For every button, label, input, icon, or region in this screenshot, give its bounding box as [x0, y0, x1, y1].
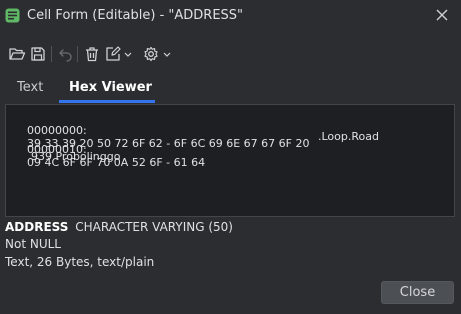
- hex-bytes: 09 4C 6F 6F 70 0A 52 6F - 61 64: [27, 156, 206, 169]
- column-header: ADDRESS CHARACTER VARYING (50): [5, 220, 233, 234]
- cell-form-app-icon: [5, 8, 20, 23]
- delete-icon[interactable]: [83, 45, 101, 63]
- column-name: ADDRESS: [5, 220, 69, 234]
- edit-icon[interactable]: [104, 45, 122, 63]
- hex-viewer-panel[interactable]: 00000000: 39 33 39 20 50 72 6F 62 - 6F 6…: [5, 104, 455, 217]
- settings-icon[interactable]: [142, 45, 160, 63]
- hex-ascii: .Loop.Road: [318, 130, 379, 143]
- chevron-down-icon[interactable]: [162, 45, 172, 63]
- column-type: CHARACTER VARYING (50): [75, 220, 233, 234]
- close-icon[interactable]: [434, 7, 450, 23]
- tab-text[interactable]: Text: [17, 80, 43, 95]
- undo-icon[interactable]: [56, 45, 74, 63]
- column-nullability: Not NULL: [5, 237, 61, 251]
- window-title: Cell Form (Editable) - "ADDRESS": [27, 8, 244, 23]
- hex-offset: 00000010:: [27, 143, 87, 156]
- toolbar-separator: [51, 46, 52, 62]
- toolbar: [0, 40, 461, 68]
- active-tab-indicator: [59, 100, 155, 103]
- title-bar: Cell Form (Editable) - "ADDRESS": [0, 0, 461, 32]
- close-button[interactable]: Close: [381, 281, 454, 304]
- tab-hex-viewer[interactable]: Hex Viewer: [69, 80, 152, 95]
- hex-line: 00000010: 09 4C 6F 6F 70 0A 52 6F - 61 6…: [13, 130, 379, 195]
- column-info: Text, 26 Bytes, text/plain: [5, 255, 155, 269]
- chevron-down-icon[interactable]: [123, 45, 133, 63]
- open-folder-icon[interactable]: [8, 45, 26, 63]
- save-icon[interactable]: [29, 45, 47, 63]
- tab-bar: Text Hex Viewer: [0, 76, 461, 104]
- toolbar-separator: [77, 46, 78, 62]
